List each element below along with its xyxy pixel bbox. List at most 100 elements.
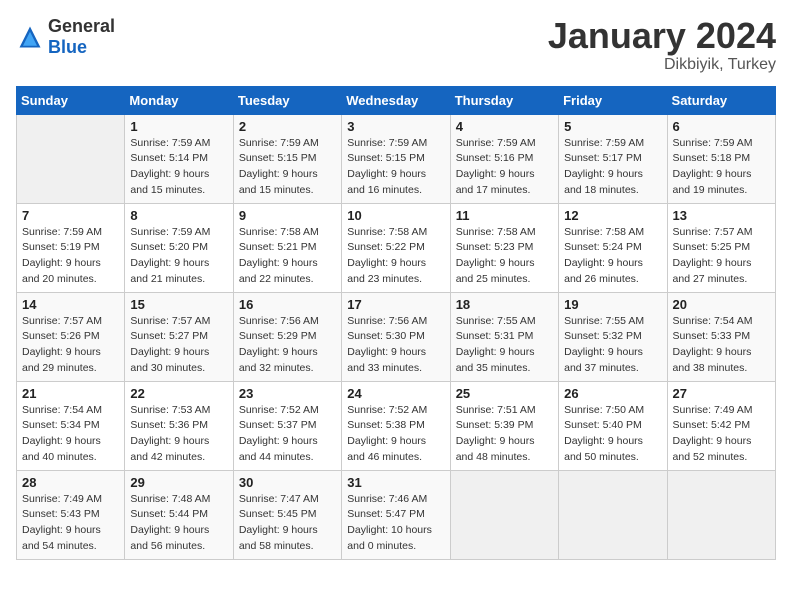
calendar-subtitle: Dikbiyik, Turkey: [548, 56, 776, 74]
day-detail: Sunrise: 7:59 AMSunset: 5:15 PMDaylight:…: [347, 136, 444, 199]
day-number: 13: [673, 208, 770, 223]
day-number: 11: [456, 208, 553, 223]
calendar-cell: 22 Sunrise: 7:53 AMSunset: 5:36 PMDayligh…: [125, 381, 233, 470]
calendar-cell: 31 Sunrise: 7:46 AMSunset: 5:47 PMDayligh…: [342, 470, 450, 559]
calendar-cell: 30 Sunrise: 7:47 AMSunset: 5:45 PMDayligh…: [233, 470, 341, 559]
calendar-cell: 10Sunrise: 7:58 AMSunset: 5:22 PMDayligh…: [342, 203, 450, 292]
calendar-cell: 20 Sunrise: 7:54 AMSunset: 5:33 PMDayligh…: [667, 292, 775, 381]
calendar-cell: 21 Sunrise: 7:54 AMSunset: 5:34 PMDayligh…: [17, 381, 125, 470]
calendar-week-row: 28Sunrise: 7:49 AMSunset: 5:43 PMDayligh…: [17, 470, 776, 559]
calendar-cell: 19 Sunrise: 7:55 AMSunset: 5:32 PMDayligh…: [559, 292, 667, 381]
calendar-week-row: 14 Sunrise: 7:57 AMSunset: 5:26 PMDayligh…: [17, 292, 776, 381]
day-detail: Sunrise: 7:54 AMSunset: 5:33 PMDaylight:…: [673, 314, 770, 377]
day-number: 1: [130, 119, 227, 134]
day-number: 25: [456, 386, 553, 401]
calendar-cell: 7Sunrise: 7:59 AMSunset: 5:19 PMDaylight…: [17, 203, 125, 292]
day-number: 30: [239, 475, 336, 490]
day-number: 8: [130, 208, 227, 223]
day-detail: Sunrise: 7:59 AMSunset: 5:18 PMDaylight:…: [673, 136, 770, 199]
day-detail: Sunrise: 7:58 AMSunset: 5:24 PMDaylight:…: [564, 225, 661, 288]
day-number: 20: [673, 297, 770, 312]
day-number: 15: [130, 297, 227, 312]
calendar-cell: 24 Sunrise: 7:52 AMSunset: 5:38 PMDayligh…: [342, 381, 450, 470]
day-detail: Sunrise: 7:59 AMSunset: 5:20 PMDaylight:…: [130, 225, 227, 288]
day-number: 12: [564, 208, 661, 223]
day-number: 29: [130, 475, 227, 490]
day-number: 21: [22, 386, 119, 401]
calendar-cell: 25 Sunrise: 7:51 AMSunset: 5:39 PMDayligh…: [450, 381, 558, 470]
day-number: 19: [564, 297, 661, 312]
day-number: 27: [673, 386, 770, 401]
column-header-friday: Friday: [559, 86, 667, 114]
calendar-cell: 8 Sunrise: 7:59 AMSunset: 5:20 PMDaylight…: [125, 203, 233, 292]
day-number: 6: [673, 119, 770, 134]
logo-icon: [16, 23, 44, 51]
page-header: General Blue January 2024 Dikbiyik, Turk…: [16, 16, 776, 74]
calendar-header-row: SundayMondayTuesdayWednesdayThursdayFrid…: [17, 86, 776, 114]
calendar-cell: [450, 470, 558, 559]
column-header-monday: Monday: [125, 86, 233, 114]
day-number: 4: [456, 119, 553, 134]
calendar-cell: 28Sunrise: 7:49 AMSunset: 5:43 PMDayligh…: [17, 470, 125, 559]
day-number: 24: [347, 386, 444, 401]
calendar-cell: [667, 470, 775, 559]
day-detail: Sunrise: 7:51 AMSunset: 5:39 PMDaylight:…: [456, 403, 553, 466]
calendar-title: January 2024: [548, 16, 776, 56]
day-detail: Sunrise: 7:50 AMSunset: 5:40 PMDaylight:…: [564, 403, 661, 466]
day-detail: Sunrise: 7:57 AMSunset: 5:26 PMDaylight:…: [22, 314, 119, 377]
day-detail: Sunrise: 7:59 AMSunset: 5:17 PMDaylight:…: [564, 136, 661, 199]
day-detail: Sunrise: 7:56 AMSunset: 5:29 PMDaylight:…: [239, 314, 336, 377]
calendar-cell: [559, 470, 667, 559]
day-number: 2: [239, 119, 336, 134]
day-number: 18: [456, 297, 553, 312]
column-header-tuesday: Tuesday: [233, 86, 341, 114]
column-header-sunday: Sunday: [17, 86, 125, 114]
day-detail: Sunrise: 7:57 AMSunset: 5:27 PMDaylight:…: [130, 314, 227, 377]
calendar-cell: 12 Sunrise: 7:58 AMSunset: 5:24 PMDayligh…: [559, 203, 667, 292]
calendar-cell: 26 Sunrise: 7:50 AMSunset: 5:40 PMDayligh…: [559, 381, 667, 470]
calendar-cell: 3Sunrise: 7:59 AMSunset: 5:15 PMDaylight…: [342, 114, 450, 203]
day-detail: Sunrise: 7:59 AMSunset: 5:19 PMDaylight:…: [22, 225, 119, 288]
calendar-cell: 9Sunrise: 7:58 AMSunset: 5:21 PMDaylight…: [233, 203, 341, 292]
day-detail: Sunrise: 7:58 AMSunset: 5:22 PMDaylight:…: [347, 225, 444, 288]
day-number: 31: [347, 475, 444, 490]
calendar-week-row: 21 Sunrise: 7:54 AMSunset: 5:34 PMDayligh…: [17, 381, 776, 470]
day-detail: Sunrise: 7:47 AMSunset: 5:45 PMDaylight:…: [239, 492, 336, 555]
column-header-thursday: Thursday: [450, 86, 558, 114]
calendar-cell: 4 Sunrise: 7:59 AMSunset: 5:16 PMDaylight…: [450, 114, 558, 203]
day-number: 23: [239, 386, 336, 401]
day-detail: Sunrise: 7:59 AMSunset: 5:16 PMDaylight:…: [456, 136, 553, 199]
day-detail: Sunrise: 7:53 AMSunset: 5:36 PMDaylight:…: [130, 403, 227, 466]
day-detail: Sunrise: 7:59 AMSunset: 5:15 PMDaylight:…: [239, 136, 336, 199]
calendar-cell: 11Sunrise: 7:58 AMSunset: 5:23 PMDayligh…: [450, 203, 558, 292]
calendar-cell: 14 Sunrise: 7:57 AMSunset: 5:26 PMDayligh…: [17, 292, 125, 381]
day-detail: Sunrise: 7:57 AMSunset: 5:25 PMDaylight:…: [673, 225, 770, 288]
calendar-cell: 16 Sunrise: 7:56 AMSunset: 5:29 PMDayligh…: [233, 292, 341, 381]
day-number: 5: [564, 119, 661, 134]
calendar-cell: 23Sunrise: 7:52 AMSunset: 5:37 PMDayligh…: [233, 381, 341, 470]
day-detail: Sunrise: 7:46 AMSunset: 5:47 PMDaylight:…: [347, 492, 444, 555]
calendar-week-row: 7Sunrise: 7:59 AMSunset: 5:19 PMDaylight…: [17, 203, 776, 292]
column-header-saturday: Saturday: [667, 86, 775, 114]
day-number: 16: [239, 297, 336, 312]
calendar-cell: 27Sunrise: 7:49 AMSunset: 5:42 PMDayligh…: [667, 381, 775, 470]
calendar-week-row: 1Sunrise: 7:59 AMSunset: 5:14 PMDaylight…: [17, 114, 776, 203]
calendar-cell: 6 Sunrise: 7:59 AMSunset: 5:18 PMDaylight…: [667, 114, 775, 203]
day-detail: Sunrise: 7:52 AMSunset: 5:38 PMDaylight:…: [347, 403, 444, 466]
day-number: 9: [239, 208, 336, 223]
calendar-cell: 18Sunrise: 7:55 AMSunset: 5:31 PMDayligh…: [450, 292, 558, 381]
calendar-cell: 5 Sunrise: 7:59 AMSunset: 5:17 PMDaylight…: [559, 114, 667, 203]
title-block: January 2024 Dikbiyik, Turkey: [548, 16, 776, 74]
day-number: 17: [347, 297, 444, 312]
day-number: 22: [130, 386, 227, 401]
day-detail: Sunrise: 7:56 AMSunset: 5:30 PMDaylight:…: [347, 314, 444, 377]
calendar-table: SundayMondayTuesdayWednesdayThursdayFrid…: [16, 86, 776, 560]
day-number: 26: [564, 386, 661, 401]
calendar-cell: [17, 114, 125, 203]
calendar-cell: 29Sunrise: 7:48 AMSunset: 5:44 PMDayligh…: [125, 470, 233, 559]
logo-blue-text: Blue: [48, 37, 87, 57]
day-detail: Sunrise: 7:54 AMSunset: 5:34 PMDaylight:…: [22, 403, 119, 466]
day-number: 28: [22, 475, 119, 490]
day-detail: Sunrise: 7:55 AMSunset: 5:32 PMDaylight:…: [564, 314, 661, 377]
day-number: 14: [22, 297, 119, 312]
